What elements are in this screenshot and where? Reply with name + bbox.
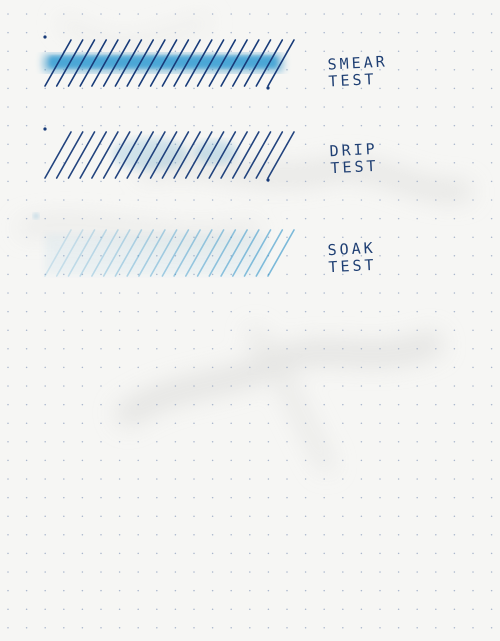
ink-test-page: SMEAR TEST DRIP TEST SOAK TEST [0,0,500,641]
drip-test-label: DRIP TEST [329,139,379,178]
corner-dot [266,178,270,182]
corner-dot [266,86,270,90]
corner-dot [43,127,47,131]
soak-spot [33,213,39,219]
corner-dot [43,35,47,39]
dot-grid-paper [0,0,500,641]
smear-band [49,56,277,68]
smear-test-label: SMEAR TEST [327,52,389,91]
soak-test-label: SOAK TEST [327,238,377,277]
paper-sheet [0,0,500,641]
